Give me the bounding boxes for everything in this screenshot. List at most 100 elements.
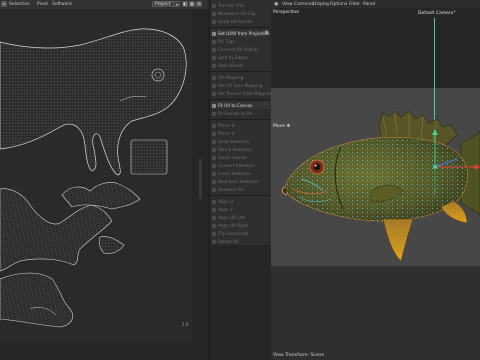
viewport-menu-panel[interactable]: Panel bbox=[363, 1, 375, 8]
command-label: Align UV Left bbox=[218, 215, 245, 220]
command-item[interactable]: Mirror U bbox=[210, 122, 270, 129]
command-icon bbox=[212, 11, 216, 16]
viewport-menu-view[interactable]: View bbox=[282, 1, 293, 8]
viewport-menu-icon[interactable]: ▣ bbox=[274, 1, 278, 8]
uv-command-list: Transfer UVs Normalize UV Clip Scale UV Is… bbox=[209, 0, 272, 252]
command-panel-empty-area bbox=[210, 245, 271, 360]
command-separator bbox=[210, 27, 270, 28]
command-icon bbox=[212, 39, 216, 44]
fish-model[interactable] bbox=[271, 95, 480, 275]
uv-menu-pivot[interactable]: Pivot bbox=[37, 1, 48, 8]
command-icon bbox=[212, 179, 216, 184]
command-item[interactable]: Align V bbox=[210, 206, 270, 213]
command-item[interactable]: Convert Selection bbox=[210, 162, 270, 169]
command-separator bbox=[210, 71, 270, 72]
command-item[interactable]: Set Texture from Mapping bbox=[210, 90, 272, 97]
command-label: Set Texture from Mapping bbox=[218, 91, 272, 96]
command-item[interactable]: UV Tags bbox=[210, 38, 270, 45]
command-label: Rotate 90 bbox=[218, 239, 239, 244]
command-label: Transfer UVs bbox=[218, 3, 245, 8]
command-label: UV Mapping bbox=[218, 75, 244, 80]
command-label: Align UV Right bbox=[218, 223, 249, 228]
uv-island-fin-top bbox=[61, 182, 141, 210]
uv-mode-select-value: Project bbox=[155, 2, 171, 7]
command-item[interactable]: Normalize UV Clip bbox=[210, 10, 270, 17]
command-item[interactable]: Align UV Left bbox=[210, 214, 270, 221]
uv-menu-selection[interactable]: Selection bbox=[9, 1, 30, 8]
command-item[interactable]: Align UV Right bbox=[210, 222, 270, 229]
command-item[interactable]: Mirror V bbox=[210, 130, 270, 137]
command-icon bbox=[212, 111, 216, 116]
command-separator bbox=[210, 195, 270, 196]
viewport-camera-name: Default Camera bbox=[418, 11, 454, 16]
command-item[interactable]: Fit UV to Canvas bbox=[210, 102, 270, 109]
command-label: Deselect All bbox=[218, 187, 243, 192]
layout-icon[interactable]: ⊞ bbox=[196, 1, 202, 7]
viewport-menu-cameras[interactable]: Cameras bbox=[294, 1, 314, 8]
command-item[interactable]: Shrink Selection bbox=[210, 146, 270, 153]
command-separator bbox=[210, 99, 270, 100]
viewport-menubar: ▣ View Cameras Display Options Filter Pa… bbox=[271, 0, 480, 8]
command-item[interactable]: Set UV from Mapping bbox=[210, 82, 270, 89]
uv-island-fin-small bbox=[98, 236, 125, 254]
command-icon bbox=[212, 187, 216, 192]
command-icon bbox=[212, 19, 216, 24]
command-icon bbox=[212, 223, 216, 228]
uv-menu-icon[interactable]: ≡ bbox=[1, 1, 7, 7]
command-item[interactable]: Select Islands bbox=[210, 154, 270, 161]
command-item[interactable]: Transfer UVs bbox=[210, 2, 270, 9]
command-icon bbox=[212, 155, 216, 160]
command-label: Invert Selection bbox=[218, 171, 251, 176]
command-icon bbox=[212, 171, 216, 176]
uv-scrollbar[interactable] bbox=[199, 159, 202, 199]
command-icon bbox=[212, 163, 216, 168]
command-icon bbox=[212, 47, 216, 52]
command-item[interactable]: Grow Selection bbox=[210, 138, 270, 145]
command-item[interactable]: Pack Islands bbox=[210, 62, 270, 69]
uv-zoom-value: 1.0 bbox=[182, 322, 189, 327]
command-icon bbox=[212, 207, 216, 212]
command-label: Align U bbox=[218, 199, 233, 204]
viewport-background-bottom bbox=[271, 266, 480, 360]
command-item[interactable]: Split by Edges bbox=[210, 54, 270, 61]
command-label: Scale UV Islands bbox=[218, 19, 253, 24]
gear-icon[interactable]: ⚙ bbox=[265, 30, 269, 37]
grid-icon[interactable]: ▦ bbox=[189, 1, 195, 7]
command-item[interactable]: Boundary Selection bbox=[210, 178, 270, 185]
command-icon bbox=[212, 75, 216, 80]
uv-mode-select[interactable]: Project ▾ bbox=[152, 1, 180, 7]
command-label: Fit UV to Canvas bbox=[218, 103, 253, 108]
command-icon bbox=[212, 83, 216, 88]
command-item[interactable]: Deselect All bbox=[210, 186, 270, 193]
command-icon bbox=[212, 31, 216, 36]
command-item[interactable]: Scale UV Islands bbox=[210, 18, 270, 25]
command-icon bbox=[212, 215, 216, 220]
command-item[interactable]: Align U bbox=[210, 198, 270, 205]
command-item[interactable]: Connect UV Islands bbox=[210, 46, 270, 53]
gizmo-center-icon bbox=[433, 165, 437, 169]
command-item[interactable]: Fit Canvas to UV bbox=[210, 110, 270, 117]
command-item[interactable]: UV Mapping bbox=[210, 74, 270, 81]
viewport-camera-label: Default Camera° bbox=[418, 11, 456, 16]
command-label: Set UVW from Projection bbox=[218, 31, 270, 36]
command-item[interactable]: Flip Horizontal bbox=[210, 230, 270, 237]
uv-canvas[interactable] bbox=[0, 9, 193, 342]
command-icon bbox=[212, 139, 216, 144]
command-label: Normalize UV Clip bbox=[218, 11, 256, 16]
command-item[interactable]: Set UVW from Projection ⚙ bbox=[210, 30, 270, 37]
viewport-menu-filter[interactable]: Filter bbox=[349, 1, 360, 8]
command-label: Mirror U bbox=[218, 123, 235, 128]
viewport-camera-suffix: ° bbox=[453, 11, 456, 16]
uv-mesh-drawing bbox=[0, 28, 187, 328]
command-label: Flip Horizontal bbox=[218, 231, 249, 236]
command-item[interactable]: Rotate 90 bbox=[210, 238, 270, 245]
uv-menu-software[interactable]: Software bbox=[52, 1, 72, 8]
viewport-menu-display[interactable]: Display bbox=[313, 1, 330, 8]
command-icon bbox=[212, 123, 216, 128]
viewport-menu-options[interactable]: Options bbox=[330, 1, 347, 8]
lock-icon[interactable]: ◧ bbox=[182, 1, 188, 7]
uv-sidebar bbox=[192, 9, 209, 360]
command-icon bbox=[212, 231, 216, 236]
command-icon bbox=[212, 63, 216, 68]
command-item[interactable]: Invert Selection bbox=[210, 170, 270, 177]
